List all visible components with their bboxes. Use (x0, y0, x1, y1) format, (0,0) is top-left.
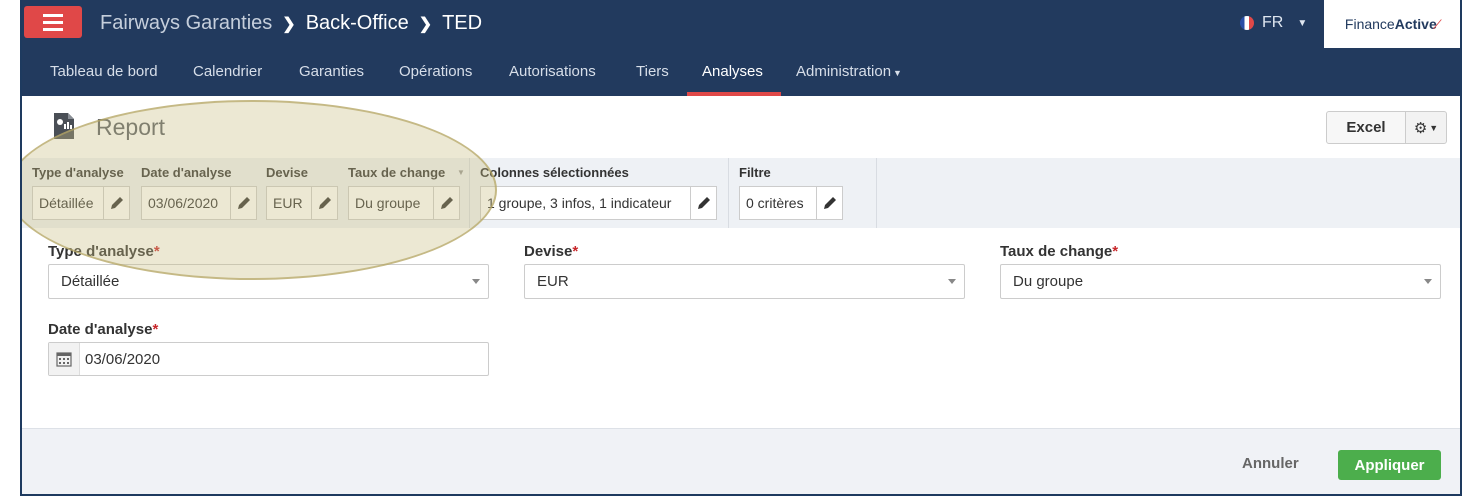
nav-administration[interactable]: Administration ▼ (796, 63, 902, 80)
caret-down-icon (1424, 279, 1432, 284)
cancel-button[interactable]: Annuler (1242, 455, 1299, 472)
required-mark: * (1112, 243, 1119, 260)
summary-devise-label: Devise (266, 165, 308, 180)
breadcrumb: Fairways Garanties ❯ Back-Office ❯ TED (100, 12, 482, 35)
breadcrumb-ted[interactable]: TED (442, 12, 482, 35)
nav-operations[interactable]: Opérations (399, 63, 472, 80)
summary-devise-value: EUR (266, 186, 312, 220)
edit-type-button[interactable] (104, 186, 130, 220)
report-icon (52, 112, 76, 140)
pencil-icon (237, 197, 250, 209)
taux-change-select[interactable]: Du groupe (1000, 264, 1441, 299)
summary-date-label: Date d'analyse (141, 165, 232, 180)
nav-autorisations[interactable]: Autorisations (509, 63, 596, 80)
page-title: Report (96, 114, 166, 140)
excel-export-button[interactable]: Excel (1326, 111, 1406, 144)
pencil-icon (697, 197, 710, 209)
settings-dropdown-button[interactable]: ⚙ ▼ (1405, 111, 1447, 144)
brand-part1: Finance (1344, 16, 1395, 32)
devise-label: Devise* (524, 243, 579, 260)
edit-date-button[interactable] (231, 186, 257, 220)
type-analyse-value: Détaillée (61, 273, 120, 290)
brand-logo: Finance Active ⁄ (1324, 0, 1460, 48)
chevron-right-icon: ❯ (418, 15, 433, 33)
date-analyse-label: Date d'analyse* (48, 321, 159, 338)
caret-down-icon: ▼ (893, 68, 902, 78)
required-mark: * (152, 321, 159, 338)
active-tab-indicator (687, 92, 781, 96)
breadcrumb-back-office[interactable]: Back-Office (306, 12, 409, 35)
caret-down-icon: ▼ (457, 168, 465, 177)
language-selector[interactable]: FR ▼ (1240, 14, 1307, 32)
hamburger-icon (43, 13, 63, 17)
nav-analyses[interactable]: Analyses (702, 63, 763, 80)
french-flag-icon (1240, 16, 1254, 30)
main-nav: Tableau de bord Calendrier Garanties Opé… (22, 48, 1460, 96)
date-analyse-value: 03/06/2020 (85, 351, 161, 368)
type-analyse-select[interactable]: Détaillée (48, 264, 489, 299)
caret-down-icon: ▼ (1429, 122, 1439, 133)
top-bar: Fairways Garanties ❯ Back-Office ❯ TED F… (22, 0, 1460, 49)
hamburger-menu-button[interactable] (24, 6, 82, 38)
edit-devise-button[interactable] (312, 186, 338, 220)
type-analyse-label: Type d'analyse* (48, 243, 160, 260)
devise-value: EUR (537, 273, 569, 290)
caret-down-icon (948, 279, 956, 284)
summary-filtre-label: Filtre (739, 165, 771, 180)
pencil-icon (823, 197, 836, 209)
summary-type-label: Type d'analyse (32, 165, 124, 180)
required-mark: * (153, 243, 160, 260)
calendar-icon[interactable] (49, 343, 80, 375)
taux-change-value: Du groupe (1013, 273, 1084, 290)
devise-select[interactable]: EUR (524, 264, 965, 299)
pencil-icon (440, 197, 453, 209)
summary-taux-label: Taux de change (348, 165, 446, 180)
gear-icon: ⚙ (1413, 119, 1428, 137)
summary-date-value: 03/06/2020 (141, 186, 231, 220)
summary-colonnes-label: Colonnes sélectionnées (480, 165, 629, 180)
summary-taux-value: Du groupe (348, 186, 434, 220)
taux-change-label: Taux de change* (1000, 243, 1119, 260)
required-mark: * (572, 243, 579, 260)
breadcrumb-app-name[interactable]: Fairways Garanties (100, 12, 272, 35)
language-label: FR (1262, 14, 1284, 31)
edit-colonnes-button[interactable] (691, 186, 717, 220)
report-summary-bar: Type d'analyse Détaillée Date d'analyse … (22, 158, 1460, 228)
nav-administration-label: Administration (796, 63, 892, 80)
summary-colonnes-value: 1 groupe, 3 infos, 1 indicateur (480, 186, 691, 220)
nav-tiers[interactable]: Tiers (636, 63, 669, 80)
apply-button[interactable]: Appliquer (1338, 450, 1441, 480)
caret-down-icon (472, 279, 480, 284)
date-analyse-input[interactable]: 03/06/2020 (48, 342, 489, 376)
summary-filtre-value: 0 critères (739, 186, 817, 220)
summary-type-value: Détaillée (32, 186, 104, 220)
edit-taux-button[interactable] (434, 186, 460, 220)
chevron-right-icon: ❯ (282, 15, 296, 33)
pencil-icon (110, 197, 123, 209)
nav-calendrier[interactable]: Calendrier (193, 63, 262, 80)
edit-filtre-button[interactable] (817, 186, 843, 220)
nav-tableau-de-bord[interactable]: Tableau de bord (50, 63, 158, 80)
caret-down-icon: ▼ (1297, 17, 1308, 29)
pencil-icon (318, 197, 331, 209)
nav-garanties[interactable]: Garanties (299, 63, 364, 80)
app-window: Fairways Garanties ❯ Back-Office ❯ TED F… (20, 0, 1462, 496)
brand-slash-mark: ⁄ (1436, 16, 1440, 32)
brand-part2: Active (1394, 16, 1437, 32)
